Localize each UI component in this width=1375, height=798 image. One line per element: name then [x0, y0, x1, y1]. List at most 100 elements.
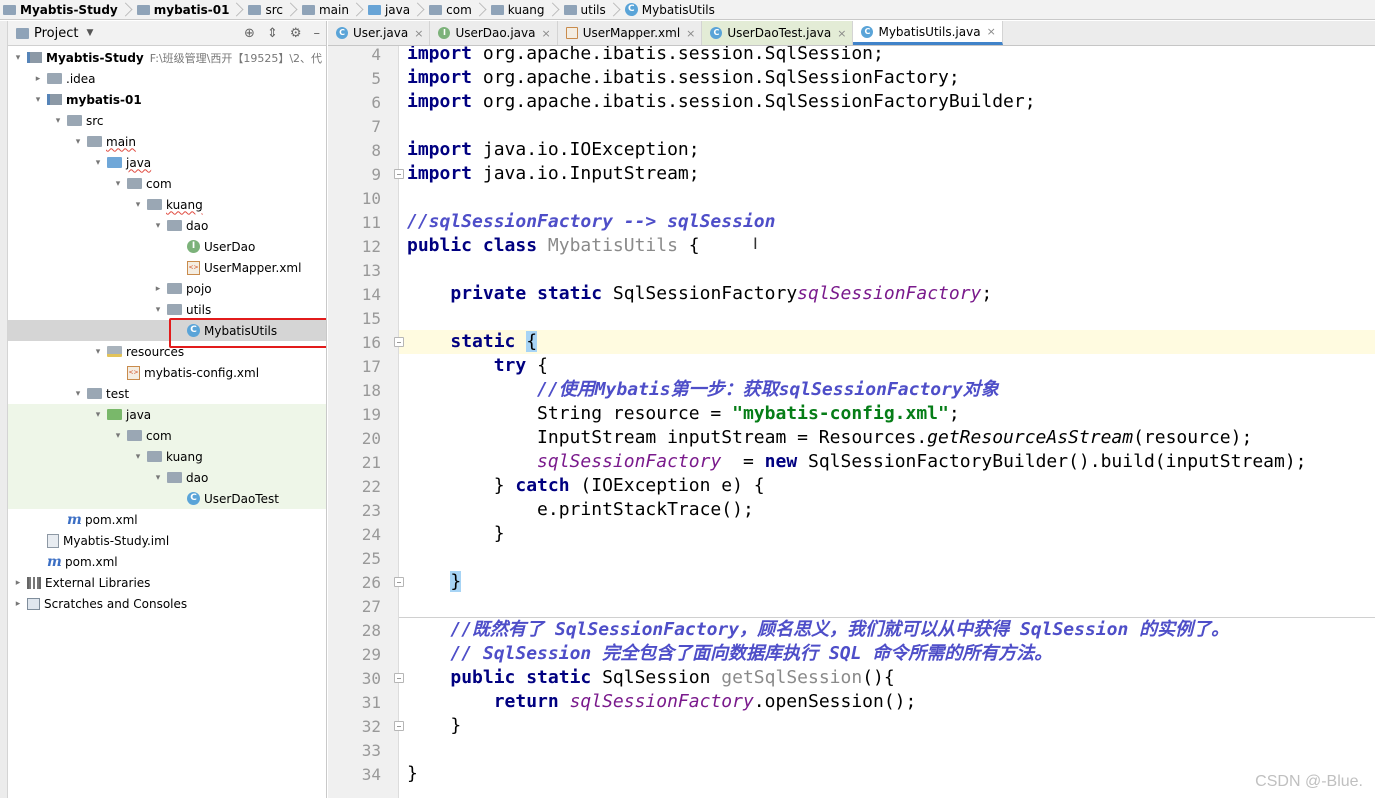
tree-item[interactable]: ▾ utils [8, 299, 326, 320]
chevron-down-icon[interactable]: ▾ [152, 221, 164, 231]
close-icon[interactable]: × [541, 27, 550, 40]
chevron-right-icon[interactable]: ▸ [12, 599, 24, 609]
breadcrumb-item[interactable]: C MybatisUtils [622, 0, 719, 19]
tree-item[interactable]: ▸ .idea [8, 68, 326, 89]
tree-item[interactable]: C UserDaoTest [8, 488, 326, 509]
line-number: 30 [361, 669, 381, 688]
chevron-down-icon[interactable]: ▾ [152, 473, 164, 483]
folder-icon [248, 4, 262, 15]
locate-icon[interactable]: ⊕ [244, 26, 255, 41]
breadcrumb-label: mybatis-01 [153, 2, 230, 17]
fold-marker-icon[interactable] [394, 673, 404, 683]
tab-usermapper-xml[interactable]: UserMapper.xml × [558, 21, 703, 45]
class-icon: C [336, 27, 348, 39]
tool-window-stripe[interactable] [0, 21, 8, 798]
tree-item[interactable]: ▾ test [8, 383, 326, 404]
breadcrumb-item[interactable]: java [365, 0, 426, 19]
tree-item[interactable]: ▸ pojo [8, 278, 326, 299]
chevron-down-icon[interactable]: ▾ [72, 137, 84, 147]
code-token: sqlSessionFactory [797, 283, 982, 304]
chevron-down-icon[interactable]: ▾ [92, 158, 104, 168]
chevron-down-icon[interactable]: ▾ [112, 179, 124, 189]
tree-item[interactable]: ▾ java [8, 152, 326, 173]
tree-item[interactable]: ▾ com [8, 425, 326, 446]
fold-marker-icon[interactable] [394, 721, 404, 731]
tree-item[interactable]: Myabtis-Study.iml [8, 530, 326, 551]
chevron-down-icon[interactable]: ▾ [12, 53, 24, 63]
project-panel-title[interactable]: Project [34, 26, 78, 41]
close-icon[interactable]: × [987, 25, 996, 38]
line-number: 26 [361, 573, 381, 592]
folder-icon [301, 4, 315, 15]
close-icon[interactable]: × [686, 27, 695, 40]
folder-icon [429, 4, 443, 15]
tree-item[interactable]: <> UserMapper.xml [8, 257, 326, 278]
breadcrumb-item[interactable]: utils [561, 0, 622, 19]
tree-item[interactable]: ▾ dao [8, 215, 326, 236]
breadcrumb-item[interactable]: src [245, 0, 299, 19]
breadcrumb-item[interactable]: kuang [488, 0, 561, 19]
chevron-down-icon[interactable]: ▾ [92, 347, 104, 357]
fold-marker-icon[interactable] [394, 577, 404, 587]
collapse-all-icon[interactable]: ⇕ [267, 26, 278, 41]
tree-item[interactable]: ▾ com [8, 173, 326, 194]
chevron-right-icon[interactable]: ▸ [152, 284, 164, 294]
tree-item[interactable]: m pom.xml [8, 509, 326, 530]
tree-item[interactable]: ▾ dao [8, 467, 326, 488]
resources-folder-icon [107, 346, 122, 357]
current-line-highlight [399, 330, 1375, 354]
tree-item[interactable]: ▾ main [8, 131, 326, 152]
tree-item[interactable]: ▾ kuang [8, 194, 326, 215]
tree-item-label: External Libraries [45, 575, 151, 590]
package-icon [147, 451, 162, 462]
tree-item[interactable]: m pom.xml [8, 551, 326, 572]
chevron-down-icon[interactable]: ▾ [32, 95, 44, 105]
tab-userdaotest-java[interactable]: C UserDaoTest.java × [702, 21, 854, 45]
fold-marker-icon[interactable] [394, 337, 404, 347]
tab-user-java[interactable]: C User.java × [328, 21, 431, 45]
breadcrumb-item[interactable]: com [426, 0, 488, 19]
chevron-down-icon[interactable]: ▾ [152, 305, 164, 315]
tree-item[interactable]: ▾ Myabtis-Study F:\班级管理\西开【19525】\2、代 [8, 47, 326, 68]
fold-marker-icon[interactable] [394, 169, 404, 179]
tree-item[interactable]: I UserDao [8, 236, 326, 257]
package-icon [127, 178, 142, 189]
breadcrumb-label: kuang [507, 2, 545, 17]
line-number: 5 [371, 69, 381, 88]
code-editor[interactable]: 4 import org.apache.ibatis.session.SqlSes… [328, 46, 1375, 798]
tree-item[interactable]: <> mybatis-config.xml [8, 362, 326, 383]
chevron-down-icon[interactable]: ▾ [132, 200, 144, 210]
code-token: (resource); [1133, 427, 1253, 448]
close-icon[interactable]: × [837, 27, 846, 40]
tab-label: UserDao.java [455, 26, 536, 40]
tree-item-label: Scratches and Consoles [44, 596, 188, 611]
tree-item[interactable]: ▾ src [8, 110, 326, 131]
breadcrumb-item[interactable]: main [299, 0, 365, 19]
breadcrumb-item[interactable]: mybatis-01 [134, 0, 246, 19]
chevron-down-icon[interactable]: ▾ [112, 431, 124, 441]
gear-icon[interactable]: ⚙ [290, 26, 302, 41]
close-icon[interactable]: × [414, 27, 423, 40]
tree-item[interactable]: ▾ kuang [8, 446, 326, 467]
chevron-down-icon[interactable]: ▾ [72, 389, 84, 399]
code-token: org.apache.ibatis.session.SqlSessionFact… [482, 91, 1036, 112]
tab-mybatisutils-java[interactable]: C MybatisUtils.java × [853, 21, 1003, 45]
tree-item[interactable]: ▾ java [8, 404, 326, 425]
chevron-down-icon[interactable]: ▾ [92, 410, 104, 420]
chevron-down-icon[interactable]: ▾ [52, 116, 64, 126]
tree-item[interactable]: ▾ mybatis-01 [8, 89, 326, 110]
chevron-down-icon[interactable]: ▼ [86, 28, 93, 38]
tree-item[interactable]: ▸ Scratches and Consoles [8, 593, 326, 614]
hide-icon[interactable]: – [314, 26, 321, 41]
code-token: //sqlSessionFactory --> sqlSession [407, 211, 776, 232]
scratches-icon [27, 597, 40, 610]
line-number: 22 [361, 477, 381, 496]
chevron-right-icon[interactable]: ▸ [32, 74, 44, 84]
tree-item[interactable]: ▸ External Libraries [8, 572, 326, 593]
chevron-right-icon[interactable]: ▸ [12, 578, 24, 588]
tab-userdao-java[interactable]: I UserDao.java × [430, 21, 558, 45]
chevron-down-icon[interactable]: ▾ [132, 452, 144, 462]
breadcrumb-item[interactable]: Myabtis-Study [0, 0, 134, 19]
